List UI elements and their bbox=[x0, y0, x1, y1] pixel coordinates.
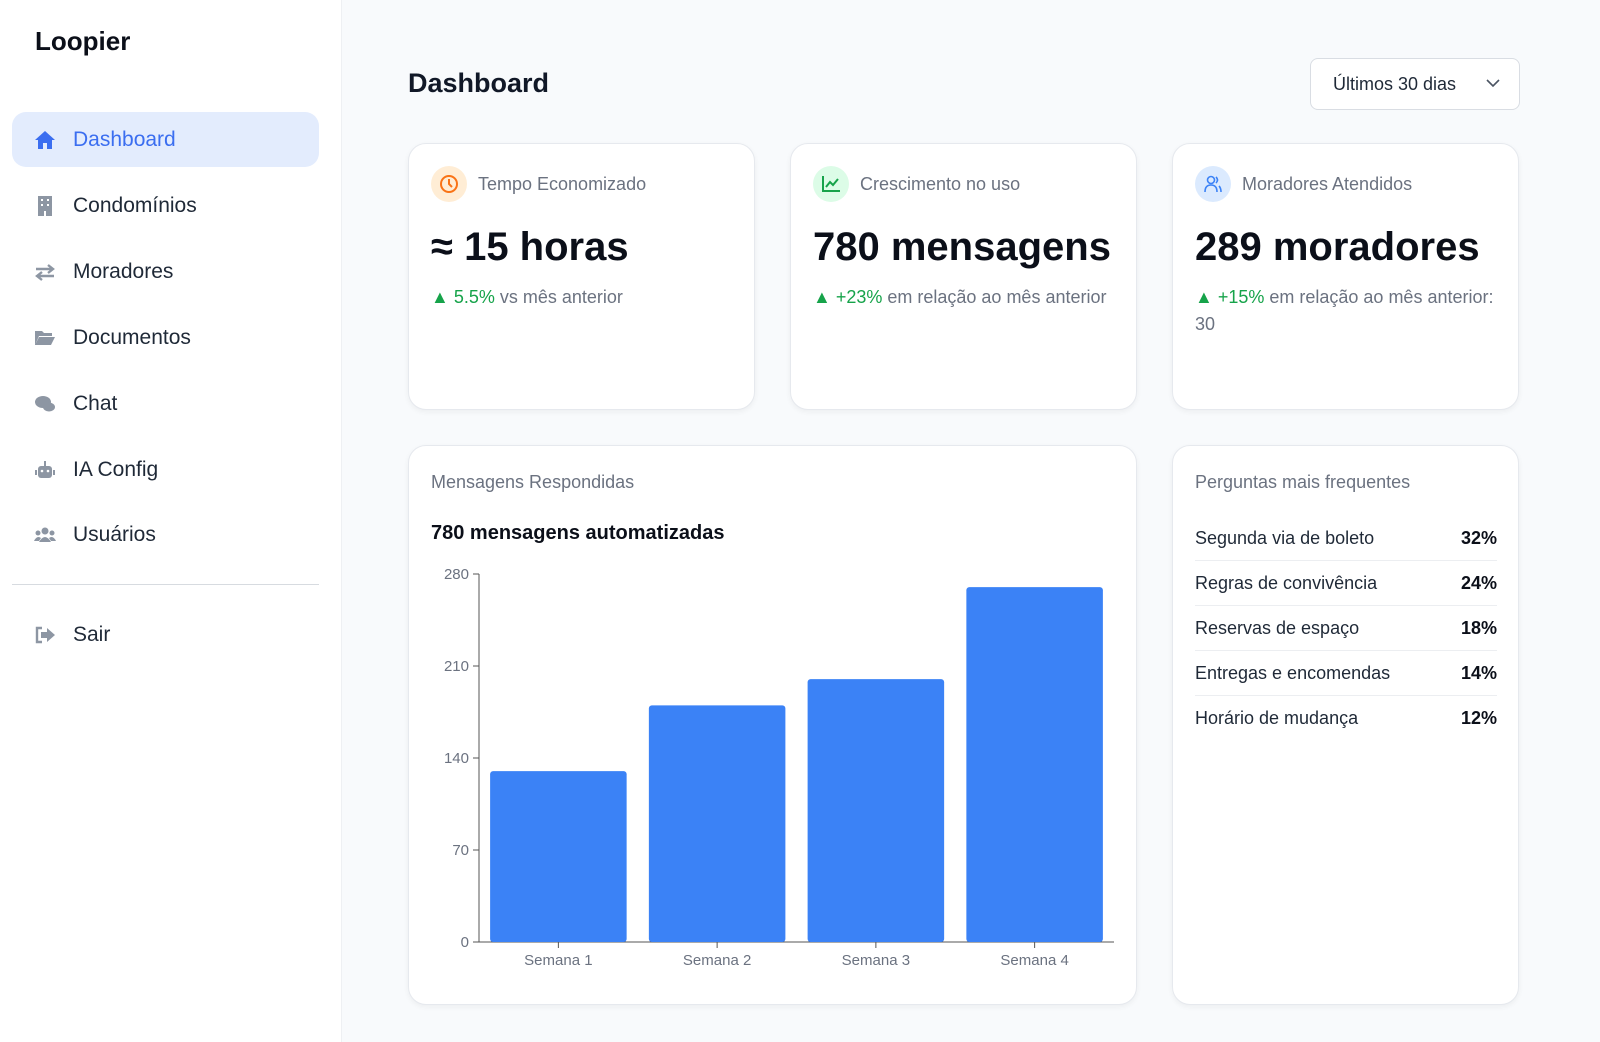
faq-title: Perguntas mais frequentes bbox=[1195, 472, 1411, 492]
faq-question: Segunda via de boleto bbox=[1195, 527, 1375, 548]
x-tick-label: Semana 4 bbox=[1000, 952, 1068, 969]
kpi-card-moradores: Moradores Atendidos 289 moradores ▲ +15%… bbox=[1172, 143, 1519, 410]
y-tick-label: 0 bbox=[461, 934, 469, 951]
faq-question: Horário de mudança bbox=[1195, 708, 1359, 728]
faq-question: Reservas de espaço bbox=[1195, 617, 1360, 638]
faq-question: Regras de convivência bbox=[1195, 572, 1378, 593]
users-icon bbox=[1195, 166, 1231, 202]
messages-chart-card: Mensagens Respondidas 780 mensagens auto… bbox=[408, 445, 1137, 1005]
chevron-down-icon bbox=[1485, 75, 1501, 96]
sidebar-item-label: Usuários bbox=[73, 522, 156, 546]
bar-chart: 0 70 140 210 280 Semana 1 Semana 2 Semana 3 Sema… bbox=[444, 566, 1114, 969]
logout-label: Sair bbox=[73, 622, 111, 646]
faq-percentage: 18% bbox=[1460, 617, 1497, 638]
kpi-value: ≈ 15 horas bbox=[431, 225, 629, 269]
arrows-exchange-icon bbox=[34, 261, 56, 283]
folder-open-icon bbox=[34, 327, 56, 349]
x-tick-label: Semana 1 bbox=[524, 952, 592, 969]
faq-item: Segunda via de boleto 32% bbox=[1195, 516, 1497, 561]
sidebar-item-label: Documentos bbox=[73, 325, 191, 349]
kpi-value: 780 mensagens bbox=[813, 225, 1111, 269]
sidebar-item-label: Dashboard bbox=[73, 127, 176, 151]
building-icon bbox=[34, 195, 56, 217]
y-tick-label: 140 bbox=[444, 750, 469, 767]
comments-icon bbox=[34, 393, 56, 415]
sidebar-item-dashboard[interactable]: Dashboard bbox=[12, 112, 319, 167]
logout-button[interactable]: Sair bbox=[12, 607, 319, 662]
sidebar-item-label: Chat bbox=[73, 391, 118, 415]
x-tick-label: Semana 3 bbox=[842, 952, 910, 969]
faq-list: Segunda via de boleto 32% Regras de conviv… bbox=[1195, 516, 1497, 741]
faq-item: Reservas de espaço 18% bbox=[1195, 606, 1497, 651]
kpi-value: 289 moradores bbox=[1195, 225, 1480, 269]
faq-percentage: 14% bbox=[1460, 662, 1497, 683]
faq-item: Entregas e encomendas 14% bbox=[1195, 651, 1497, 696]
bar[interactable] bbox=[490, 771, 627, 942]
delta-value: +15% bbox=[1217, 287, 1265, 307]
delta-text: vs mês anterior bbox=[494, 287, 623, 307]
kpi-card-crescimento: Crescimento no uso 780 mensagens ▲ +23% … bbox=[790, 143, 1137, 410]
sidebar-item-ia-config[interactable]: IA Config bbox=[12, 442, 319, 497]
sidebar-item-chat[interactable]: Chat bbox=[12, 376, 319, 431]
robot-icon bbox=[34, 459, 56, 481]
sidebar: Loopier Dashboard Condomínios Moradores … bbox=[0, 0, 342, 1042]
faq-percentage: 24% bbox=[1460, 572, 1497, 593]
faq-percentage: 12% bbox=[1460, 708, 1497, 728]
sidebar-item-label: Condomínios bbox=[73, 193, 197, 217]
faq-question: Entregas e encomendas bbox=[1195, 662, 1391, 683]
delta-text: em relação ao mês anterior bbox=[882, 287, 1107, 307]
y-tick-label: 70 bbox=[452, 842, 469, 859]
users-icon bbox=[34, 524, 56, 546]
sign-out-icon bbox=[34, 624, 56, 646]
sidebar-divider bbox=[12, 584, 319, 585]
home-icon bbox=[34, 129, 56, 151]
kpi-card-tempo: Tempo Economizado ≈ 15 horas ▲ 5.5% vs m… bbox=[408, 143, 755, 410]
period-select-value: Últimos 30 dias bbox=[1333, 73, 1457, 94]
sidebar-item-label: IA Config bbox=[73, 457, 159, 481]
sidebar-item-documentos[interactable]: Documentos bbox=[12, 310, 319, 365]
app-logo: Loopier bbox=[35, 26, 131, 56]
kpi-delta: ▲ +23% em relação ao mês anterior bbox=[813, 287, 1107, 307]
sidebar-item-moradores[interactable]: Moradores bbox=[12, 244, 319, 299]
chart-line-icon bbox=[813, 166, 849, 202]
faq-item: Regras de convivência 24% bbox=[1195, 561, 1497, 606]
bar[interactable] bbox=[807, 679, 945, 942]
kpi-delta: ▲ +15% em relação ao mês anterior: 30 bbox=[1195, 287, 1494, 334]
sidebar-item-condominios[interactable]: Condomínios bbox=[12, 178, 319, 233]
x-tick-label: Semana 2 bbox=[683, 952, 751, 969]
kpi-delta: ▲ 5.5% vs mês anterior bbox=[431, 287, 623, 307]
kpi-label: Crescimento no uso bbox=[860, 173, 1021, 194]
sidebar-item-usuarios[interactable]: Usuários bbox=[12, 507, 319, 562]
faq-item: Horário de mudança 12% bbox=[1195, 696, 1497, 741]
kpi-label: Moradores Atendidos bbox=[1242, 173, 1413, 194]
faq-card: Perguntas mais frequentes Segunda via de… bbox=[1172, 445, 1519, 1005]
sidebar-item-label: Moradores bbox=[73, 259, 174, 283]
period-select[interactable]: Últimos 30 dias bbox=[1310, 58, 1520, 110]
y-tick-label: 210 bbox=[444, 658, 469, 675]
kpi-label: Tempo Economizado bbox=[478, 173, 647, 194]
faq-percentage: 32% bbox=[1460, 527, 1497, 548]
clock-icon bbox=[431, 166, 467, 202]
bar[interactable] bbox=[966, 587, 1103, 942]
y-tick-label: 280 bbox=[444, 566, 469, 583]
delta-value: 5.5% bbox=[453, 287, 495, 307]
page-title: Dashboard bbox=[408, 68, 550, 98]
delta-value: +23% bbox=[835, 287, 883, 307]
bar[interactable] bbox=[648, 705, 786, 942]
